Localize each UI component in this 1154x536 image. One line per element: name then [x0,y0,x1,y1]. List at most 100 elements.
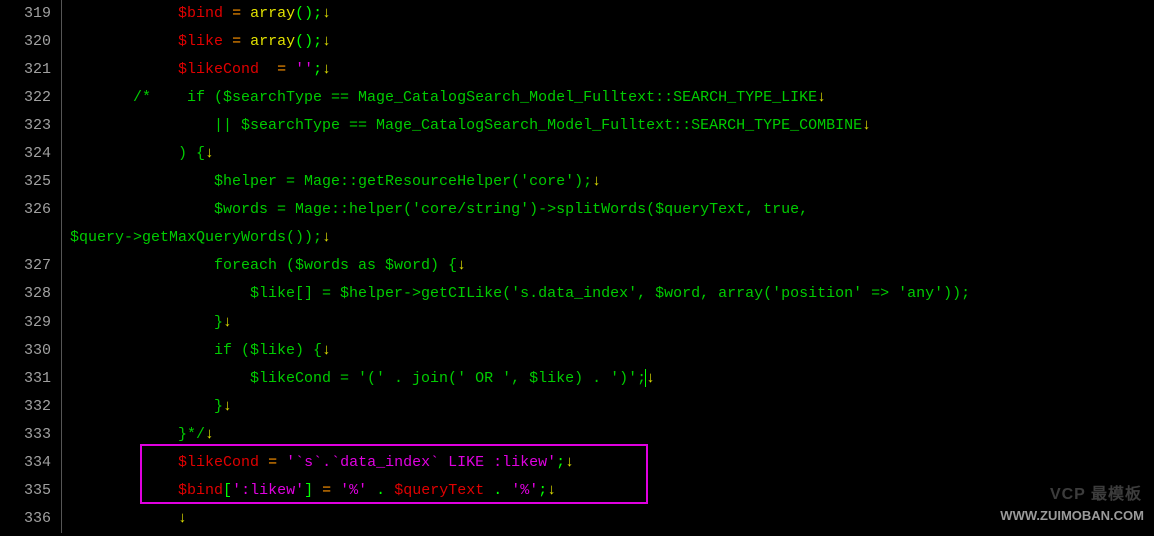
line-number: 327 [0,252,51,280]
code-line[interactable]: }↓ [70,393,1154,421]
code-line[interactable]: || $searchType == Mage_CatalogSearch_Mod… [70,112,1154,140]
token-delim: () [295,33,313,50]
token-comment: $like[] = $helper->getCILike('s.data_ind… [70,285,970,302]
token-string: ':likew' [232,482,304,499]
code-line[interactable]: }↓ [70,309,1154,337]
token-whitespace [502,482,511,499]
token-var: $queryText [394,482,484,499]
line-number: 325 [0,168,51,196]
line-number: 335 [0,477,51,505]
token-func: array [250,33,295,50]
code-line[interactable]: }*/↓ [70,421,1154,449]
code-line[interactable]: $likeCond = '`s`.`data_index` LIKE :like… [70,449,1154,477]
line-number: 328 [0,280,51,308]
token-eol: ↓ [322,5,331,22]
line-number: 331 [0,365,51,393]
token-eol: ↓ [646,370,655,387]
token-string: '`s`.`data_index` LIKE :likew' [286,454,556,471]
code-line[interactable]: ↓ [70,505,1154,533]
watermark-url: WWW.ZUIMOBAN.COM [1000,504,1144,528]
code-line[interactable]: $likeCond = '(' . join(' OR ', $like) . … [70,365,1154,393]
token-whitespace [286,61,295,78]
code-line[interactable]: $helper = Mage::getResourceHelper('core'… [70,168,1154,196]
code-line[interactable]: $words = Mage::helper('core/string')->sp… [70,196,1154,224]
token-var: $bind [178,5,223,22]
token-comment: $words = Mage::helper('core/string')->sp… [70,201,817,218]
token-string: '%' [340,482,367,499]
code-line[interactable]: $bind = array();↓ [70,0,1154,28]
token-comment: ) { [70,145,205,162]
line-number: 321 [0,56,51,84]
code-line[interactable]: $bind[':likew'] = '%' . $queryText . '%'… [70,477,1154,505]
token-whitespace [241,33,250,50]
token-var: $like [178,33,223,50]
token-whitespace [70,454,178,471]
code-line[interactable]: $query->getMaxQueryWords());↓ [70,224,1154,252]
line-number: 323 [0,112,51,140]
token-comment: $query->getMaxQueryWords()); [70,229,322,246]
code-line[interactable]: if ($like) {↓ [70,337,1154,365]
token-whitespace [70,482,178,499]
token-whitespace [313,482,322,499]
code-line[interactable]: ) {↓ [70,140,1154,168]
token-comment: /* if ($searchType == Mage_CatalogSearch… [70,89,817,106]
token-whitespace [277,454,286,471]
line-number: 336 [0,505,51,533]
line-number-gutter: 319320321322323324325326 327328329330331… [0,0,62,533]
token-whitespace [367,482,376,499]
token-eol: ↓ [322,61,331,78]
token-delim: ] [304,482,313,499]
token-var: $bind [178,482,223,499]
code-line[interactable]: foreach ($words as $word) {↓ [70,252,1154,280]
token-whitespace [259,454,268,471]
token-whitespace [70,5,178,22]
token-delim: ; [313,33,322,50]
token-whitespace [70,33,178,50]
token-assign: = [268,454,277,471]
token-func: array [250,5,295,22]
token-whitespace [70,61,178,78]
code-editor[interactable]: 319320321322323324325326 327328329330331… [0,0,1154,533]
token-eol: ↓ [205,145,214,162]
token-eol: ↓ [205,426,214,443]
token-eol: ↓ [223,398,232,415]
token-eol: ↓ [565,454,574,471]
token-assign: = [232,5,241,22]
line-number: 334 [0,449,51,477]
code-line[interactable]: /* if ($searchType == Mage_CatalogSearch… [70,84,1154,112]
token-whitespace [259,61,277,78]
line-number [0,224,51,252]
line-number: 330 [0,337,51,365]
token-eol: ↓ [457,257,466,274]
token-delim: ; [538,482,547,499]
code-area[interactable]: $bind = array();↓ $like = array();↓ $lik… [62,0,1154,533]
code-line[interactable]: $like[] = $helper->getCILike('s.data_ind… [70,280,1154,308]
token-assign: = [322,482,331,499]
token-eol: ↓ [817,89,826,106]
token-comment: if ($like) { [70,342,322,359]
token-delim: ; [313,5,322,22]
line-number: 326 [0,196,51,224]
token-eol: ↓ [223,314,232,331]
token-comment: foreach ($words as $word) { [70,257,457,274]
code-line[interactable]: $like = array();↓ [70,28,1154,56]
token-comment: }*/ [70,426,205,443]
token-delim: () [295,5,313,22]
token-var: $likeCond [178,454,259,471]
token-whitespace [385,482,394,499]
line-number: 320 [0,28,51,56]
token-eol: ↓ [322,33,331,50]
token-delim: . [493,482,502,499]
code-line[interactable]: $likeCond = '';↓ [70,56,1154,84]
token-whitespace [331,482,340,499]
token-assign: = [277,61,286,78]
line-number: 332 [0,393,51,421]
token-comment: || $searchType == Mage_CatalogSearch_Mod… [70,117,862,134]
token-eol: ↓ [322,342,331,359]
line-number: 329 [0,309,51,337]
token-comment: $likeCond = '(' . join(' OR ', $like) . … [70,370,646,387]
token-string: '' [295,61,313,78]
token-whitespace [70,510,178,527]
line-number: 322 [0,84,51,112]
token-comment: } [70,398,223,415]
